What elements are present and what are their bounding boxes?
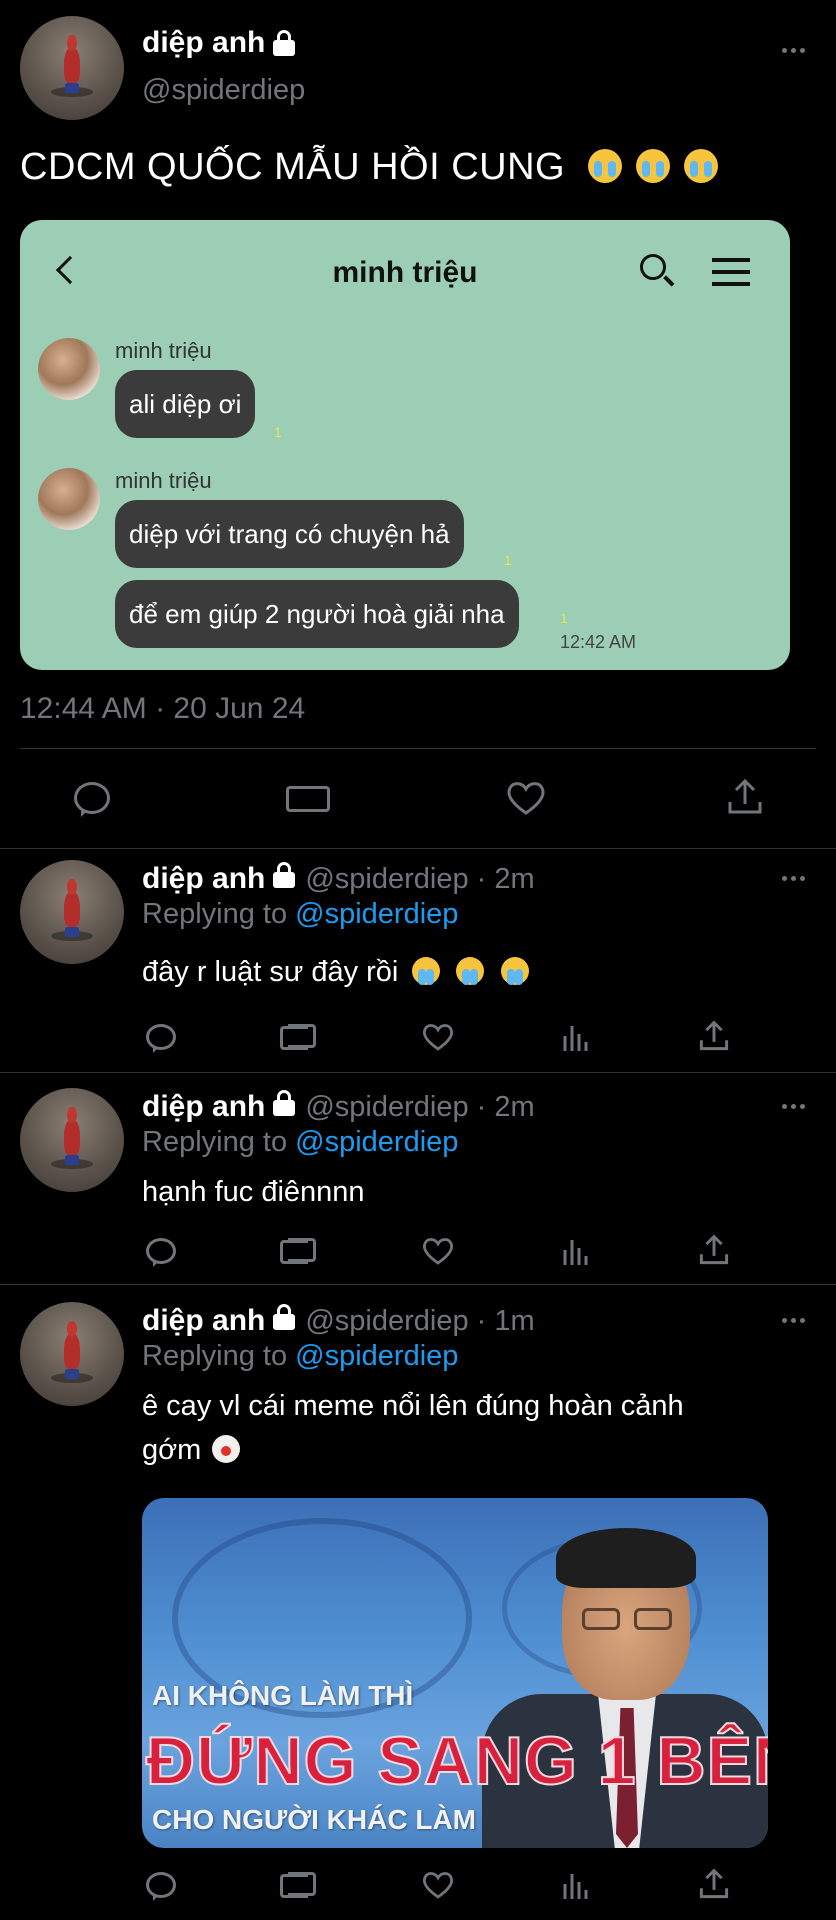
handle[interactable]: @spiderdiep · 2m xyxy=(305,1091,534,1124)
avatar[interactable] xyxy=(20,1088,124,1192)
like-icon[interactable] xyxy=(506,780,546,816)
replying-to: Replying to @spiderdiep xyxy=(142,898,459,930)
search-icon xyxy=(640,254,666,280)
meme-caption-main: ĐỨNG SANG 1 BÊN xyxy=(145,1722,768,1800)
share-icon[interactable] xyxy=(698,1020,730,1052)
reply-icon[interactable] xyxy=(74,782,110,817)
avatar[interactable] xyxy=(20,16,124,120)
mention-link[interactable]: @spiderdiep xyxy=(295,1340,458,1372)
loudly-crying-emoji xyxy=(456,957,485,985)
loudly-crying-emoji xyxy=(588,149,623,183)
read-count: 1 xyxy=(274,424,282,440)
views-icon[interactable] xyxy=(562,1022,590,1052)
clown-emoji xyxy=(212,1435,241,1463)
display-name[interactable]: diệp anh xyxy=(142,26,265,60)
reply-icon[interactable] xyxy=(146,1238,176,1267)
lock-icon xyxy=(273,862,296,888)
lock-icon xyxy=(273,1304,296,1330)
read-count: 1 xyxy=(560,610,568,626)
message-time: 12:42 AM xyxy=(560,632,637,652)
message-bubble: diệp với trang có chuyện hả xyxy=(115,500,464,568)
meme-image[interactable]: AI KHÔNG LÀM THÌ ĐỨNG SANG 1 BÊN CHO NGƯ… xyxy=(142,1498,768,1848)
handle[interactable]: @spiderdiep · 1m xyxy=(305,1305,534,1338)
retweet-icon[interactable] xyxy=(280,1022,316,1052)
retweet-icon[interactable] xyxy=(280,1870,316,1900)
reply-text: ê cay vl cái meme nổi lên đúng hoàn cảnh… xyxy=(142,1390,684,1466)
loudly-crying-emoji xyxy=(412,957,441,985)
loudly-crying-emoji xyxy=(684,149,719,183)
meme-caption-bottom: CHO NGƯỜI KHÁC LÀM xyxy=(152,1804,476,1835)
handle[interactable]: @spiderdiep xyxy=(142,74,305,107)
divider xyxy=(0,848,836,849)
views-icon[interactable] xyxy=(562,1870,590,1900)
reply-text: hạnh fuc điênnnn xyxy=(142,1176,365,1208)
mention-link[interactable]: @spiderdiep xyxy=(295,1126,458,1158)
reply-icon[interactable] xyxy=(146,1024,176,1053)
tweet-timestamp[interactable]: 12:44 AM · 20 Jun 24 xyxy=(20,692,305,726)
share-icon[interactable] xyxy=(726,778,764,816)
avatar[interactable] xyxy=(20,1302,124,1406)
lock-icon xyxy=(273,1090,296,1116)
loudly-crying-emoji xyxy=(500,957,529,985)
menu-icon xyxy=(712,258,750,286)
like-icon[interactable] xyxy=(422,1022,454,1052)
lock-icon xyxy=(273,30,296,56)
retweet-icon[interactable] xyxy=(280,1236,316,1266)
chat-screenshot[interactable]: minh triệu minh triệu ali diệp ơi 1 minh… xyxy=(20,220,790,670)
display-name[interactable]: diệp anh xyxy=(142,1090,265,1124)
tweet-text: CDCM QUỐC MẪU HỒI CUNG xyxy=(20,146,719,189)
mention-link[interactable]: @spiderdiep xyxy=(295,898,458,930)
chat-avatar xyxy=(38,338,100,400)
avatar[interactable] xyxy=(20,860,124,964)
message-sender: minh triệu xyxy=(115,468,212,493)
more-icon[interactable] xyxy=(782,1318,805,1323)
read-count: 1 xyxy=(504,552,512,568)
reply-text: đây r luật sư đây rồi xyxy=(142,950,529,994)
share-icon[interactable] xyxy=(698,1234,730,1266)
replying-to: Replying to @spiderdiep xyxy=(142,1126,459,1158)
share-icon[interactable] xyxy=(698,1868,730,1900)
loudly-crying-emoji xyxy=(636,149,671,183)
display-name[interactable]: diệp anh xyxy=(142,862,265,896)
more-icon[interactable] xyxy=(782,1104,805,1109)
like-icon[interactable] xyxy=(422,1870,454,1900)
message-bubble: để em giúp 2 người hoà giải nha xyxy=(115,580,519,648)
main-tweet: diệp anh @spiderdiep CDCM QUỐC MẪU HỒI C… xyxy=(0,0,836,848)
chat-title: minh triệu xyxy=(332,256,478,289)
chat-avatar xyxy=(38,468,100,530)
message-sender: minh triệu xyxy=(115,338,212,363)
views-icon[interactable] xyxy=(562,1236,590,1266)
like-icon[interactable] xyxy=(422,1236,454,1266)
meme-caption-top: AI KHÔNG LÀM THÌ xyxy=(152,1680,414,1711)
divider xyxy=(20,748,816,749)
retweet-icon[interactable] xyxy=(286,782,330,816)
display-name[interactable]: diệp anh xyxy=(142,1304,265,1338)
divider xyxy=(0,1072,836,1073)
more-icon[interactable] xyxy=(782,48,805,53)
replying-to: Replying to @spiderdiep xyxy=(142,1340,459,1372)
reply-icon[interactable] xyxy=(146,1872,176,1901)
message-bubble: ali diệp ơi xyxy=(115,370,256,438)
divider xyxy=(0,1284,836,1285)
more-icon[interactable] xyxy=(782,876,805,881)
handle[interactable]: @spiderdiep · 2m xyxy=(305,863,534,896)
